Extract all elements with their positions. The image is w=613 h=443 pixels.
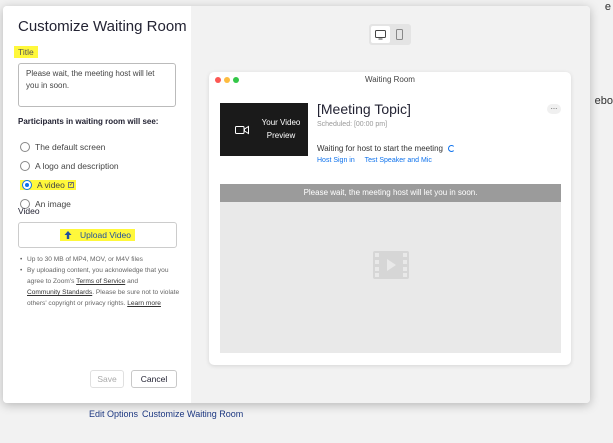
- upload-notes: Up to 30 MB of MP4, MOV, or M4V files By…: [20, 254, 180, 309]
- modal-title: Customize Waiting Room: [18, 18, 187, 35]
- radio-button-selected[interactable]: [22, 180, 32, 190]
- desktop-view-button[interactable]: [371, 26, 390, 43]
- film-play-icon: [373, 251, 409, 279]
- device-toggle: [369, 24, 411, 45]
- note-file-limit: Up to 30 MB of MP4, MOV, or M4V files: [20, 254, 180, 265]
- option-label: An image: [35, 199, 71, 209]
- upload-video-button[interactable]: Upload Video: [18, 222, 177, 248]
- window-title: Waiting Room: [365, 75, 415, 84]
- window-titlebar: Waiting Room: [209, 72, 571, 88]
- note-text: and: [125, 278, 139, 285]
- option-label: A logo and description: [35, 161, 119, 171]
- waiting-status-text: Waiting for host to start the meeting: [317, 144, 443, 153]
- video-preview: Your Video Preview: [220, 103, 308, 156]
- title-field-label: Title: [14, 46, 38, 58]
- waiting-room-preview-window: Waiting Room Your Video Preview [Meeting…: [209, 72, 571, 365]
- participants-label: Participants in waiting room will see:: [18, 117, 159, 126]
- phone-icon: [396, 29, 403, 40]
- note-text: Up to 30 MB of MP4, MOV, or M4V files: [27, 256, 143, 263]
- monitor-icon: [375, 29, 386, 39]
- radio-button[interactable]: [20, 161, 30, 171]
- video-section-label: Video: [18, 206, 40, 216]
- terms-of-service-link[interactable]: Terms of Service: [76, 278, 125, 285]
- video-preview-label: Your Video Preview: [261, 118, 301, 140]
- host-sign-in-link[interactable]: Host Sign in: [317, 157, 355, 164]
- learn-more-link[interactable]: Learn more: [127, 300, 161, 307]
- option-label: The default screen: [35, 142, 106, 152]
- customize-waiting-room-modal: Customize Waiting Room Title Please wait…: [3, 6, 590, 403]
- waiting-banner: Please wait, the meeting host will let y…: [220, 184, 561, 202]
- checkbox-icon: ✓: [67, 182, 74, 188]
- note-terms: By uploading content, you acknowledge th…: [20, 265, 180, 309]
- option-label: A video: [37, 180, 65, 190]
- more-options-button[interactable]: ...: [547, 103, 561, 114]
- mobile-view-button[interactable]: [390, 26, 409, 43]
- community-standards-link[interactable]: Community Standards: [27, 289, 92, 296]
- camera-icon: [235, 125, 249, 135]
- scheduled-time: Scheduled: [00:00 pm]: [317, 121, 388, 128]
- option-video[interactable]: A video ✓: [20, 178, 76, 192]
- waiting-status: Waiting for host to start the meeting: [317, 144, 455, 153]
- radio-button[interactable]: [20, 142, 30, 152]
- meeting-topic: [Meeting Topic]: [317, 101, 411, 117]
- upload-highlight: Upload Video: [60, 229, 135, 241]
- upload-arrow-icon: [64, 231, 72, 239]
- upload-label: Upload Video: [80, 230, 131, 240]
- video-option-highlight: A video ✓: [20, 180, 76, 190]
- preview-links: Host Sign in Test Speaker and Mic: [317, 157, 440, 164]
- title-textarea[interactable]: Please wait, the meeting host will let y…: [18, 63, 176, 107]
- option-logo-description[interactable]: A logo and description: [20, 159, 119, 173]
- cancel-button[interactable]: Cancel: [131, 370, 177, 388]
- save-button[interactable]: Save: [90, 370, 124, 388]
- preview-panel: Waiting Room Your Video Preview [Meeting…: [191, 6, 590, 403]
- spinner-icon: [447, 145, 455, 152]
- settings-panel: Customize Waiting Room Title Please wait…: [3, 6, 191, 403]
- waiting-content-area: Please wait, the meeting host will let y…: [220, 184, 561, 353]
- test-speaker-mic-link[interactable]: Test Speaker and Mic: [365, 157, 432, 164]
- option-default-screen[interactable]: The default screen: [20, 140, 105, 154]
